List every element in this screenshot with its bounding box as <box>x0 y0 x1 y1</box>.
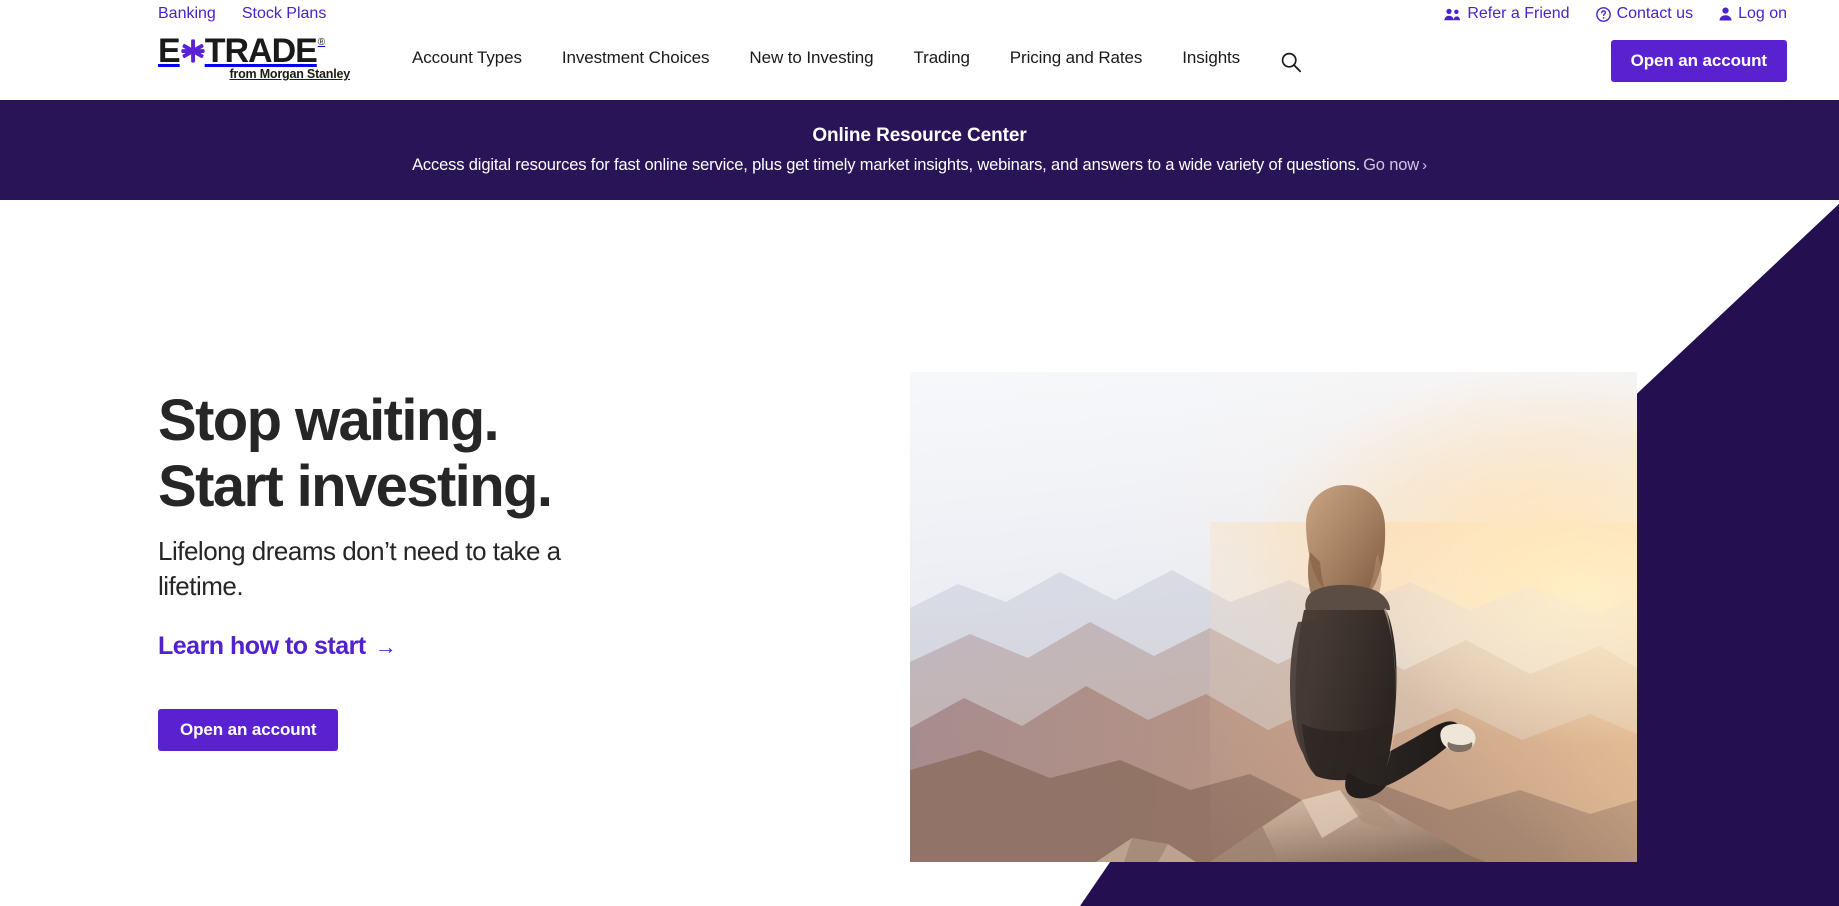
promo-banner-title: Online Resource Center <box>812 125 1027 146</box>
utility-link-contact-us[interactable]: Contact us <box>1595 4 1694 24</box>
chevron-right-icon: › <box>1422 157 1427 174</box>
people-icon <box>1444 8 1461 21</box>
etrade-homepage: Banking Stock Plans Refer a Friend Conta… <box>0 0 1839 906</box>
nav-item-new-to-investing[interactable]: New to Investing <box>729 48 893 68</box>
main-header: E TRADE ® from Morgan Stanley Account Ty… <box>0 26 1839 98</box>
hero-copy: Stop waiting. Start investing. Lifelong … <box>158 388 778 751</box>
hero-learn-how-to-start-label: Learn how to start <box>158 632 366 660</box>
nav-item-account-types[interactable]: Account Types <box>392 48 542 68</box>
logo-letter-e: E <box>158 32 181 70</box>
utility-link-banking-label: Banking <box>158 5 216 22</box>
logo-word-trade: TRADE <box>204 32 318 70</box>
promo-banner-go-now-label: Go now <box>1363 156 1420 174</box>
utility-link-log-on[interactable]: Log on <box>1719 4 1787 24</box>
question-circle-icon <box>1595 6 1611 22</box>
search-icon[interactable] <box>1275 46 1307 78</box>
nav-item-pricing-and-rates[interactable]: Pricing and Rates <box>990 48 1162 68</box>
header-open-an-account-button[interactable]: Open an account <box>1610 40 1787 82</box>
hero-image-person-silhouette <box>1240 480 1490 810</box>
utility-link-banking[interactable]: Banking <box>158 4 216 24</box>
hero-headline-line-1: Stop waiting. <box>158 388 500 453</box>
utility-link-refer-a-friend-label: Refer a Friend <box>1467 5 1570 22</box>
promo-banner: Online Resource Center Access digital re… <box>0 100 1839 200</box>
utility-link-contact-us-label: Contact us <box>1616 5 1694 22</box>
promo-banner-go-now-link[interactable]: Go now › <box>1363 156 1427 174</box>
hero-image <box>910 372 1637 862</box>
hero-headline-line-2: Start investing. <box>158 454 553 519</box>
utility-left-links: Banking Stock Plans <box>158 4 326 24</box>
promo-banner-description-row: Access digital resources for fast online… <box>412 156 1427 175</box>
utility-link-stock-plans-label: Stock Plans <box>241 5 327 22</box>
logo-registered-mark: ® <box>317 37 326 48</box>
utility-link-stock-plans[interactable]: Stock Plans <box>242 4 326 24</box>
hero-subheadline: Lifelong dreams don’t need to take a lif… <box>158 536 561 601</box>
logo-tagline: from Morgan Stanley <box>229 67 350 81</box>
nav-item-trading[interactable]: Trading <box>893 48 989 68</box>
nav-item-investment-choices[interactable]: Investment Choices <box>542 48 730 68</box>
utility-link-log-on-label: Log on <box>1738 5 1787 22</box>
hero-open-an-account-button[interactable]: Open an account <box>158 709 339 751</box>
hero-headline: Stop waiting. Start investing. <box>158 388 778 520</box>
main-navigation: Account Types Investment Choices New to … <box>392 48 1260 68</box>
hero-learn-how-to-start-link[interactable]: Learn how to start → <box>158 632 397 661</box>
logo-wordmark: E TRADE ® <box>158 32 350 70</box>
asterisk-star-icon <box>180 38 206 64</box>
arrow-right-icon: → <box>374 633 397 659</box>
nav-item-insights[interactable]: Insights <box>1162 48 1260 68</box>
utility-right-links: Refer a Friend Contact us Log on <box>1444 4 1787 24</box>
promo-banner-description: Access digital resources for fast online… <box>412 156 1361 174</box>
person-icon <box>1719 7 1732 21</box>
etrade-logo[interactable]: E TRADE ® from Morgan Stanley <box>158 32 350 81</box>
utility-link-refer-a-friend[interactable]: Refer a Friend <box>1444 4 1570 24</box>
hero-section: Stop waiting. Start investing. Lifelong … <box>0 200 1839 906</box>
